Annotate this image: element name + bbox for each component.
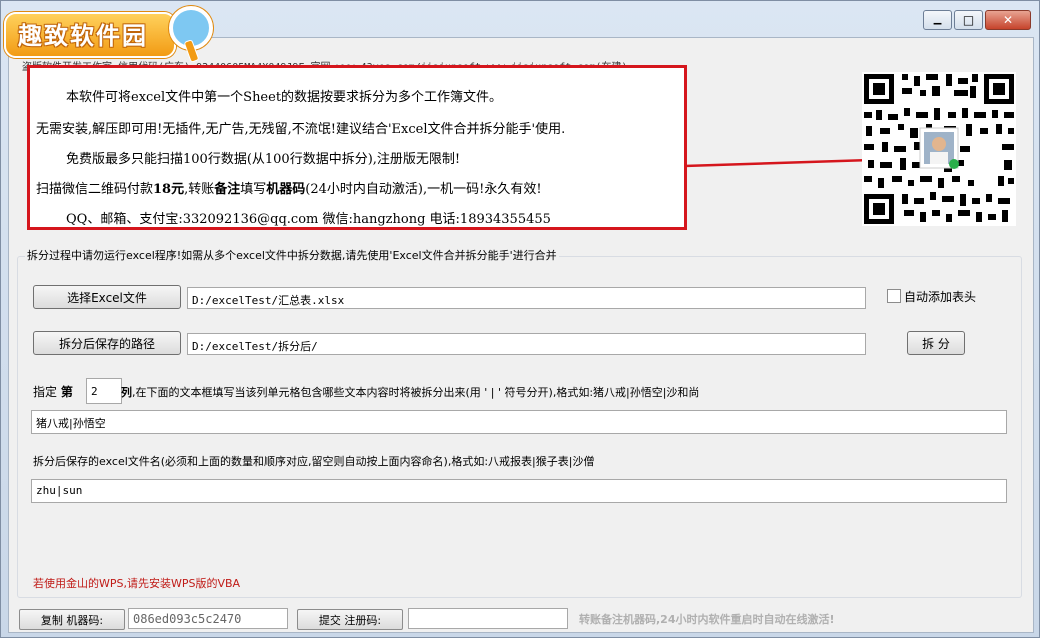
file-names-hint-label: 拆分后保存的excel文件名(必须和上面的数量和顺序对应,留空则自动按上面内容命… bbox=[33, 455, 595, 468]
split-values-input[interactable]: 猪八戒|孙悟空 bbox=[31, 410, 1007, 434]
info-line-2: 无需安装,解压即可用!无插件,无广告,无残留,不流氓!建议结合'Excel文件合… bbox=[36, 122, 566, 137]
info-line-4: 扫描微信二维码付款18元,转账备注填写机器码(24小时内自动激活),一机一码!永… bbox=[36, 182, 542, 197]
submit-reg-code-button[interactable]: 提交 注册码: bbox=[297, 609, 403, 630]
info-line-1: 本软件可将excel文件中第一个Sheet的数据按要求拆分为多个工作簿文件。 bbox=[66, 90, 503, 105]
column-number-input[interactable]: 2 bbox=[86, 378, 122, 404]
reg-code-input[interactable] bbox=[408, 608, 568, 629]
wechat-qr-code bbox=[862, 72, 1016, 226]
split-button[interactable]: 拆 分 bbox=[907, 331, 965, 355]
machine-code-field[interactable]: 086ed093c5c2470 bbox=[128, 608, 288, 629]
select-excel-button[interactable]: 选择Excel文件 bbox=[33, 285, 181, 309]
save-path-button[interactable]: 拆分后保存的路径 bbox=[33, 331, 181, 355]
logo-text: 趣致软件园 bbox=[18, 22, 148, 50]
info-box: 本软件可将excel文件中第一个Sheet的数据按要求拆分为多个工作簿文件。 无… bbox=[27, 65, 687, 230]
group-title: 拆分过程中请勿运行excel程序!如需从多个excel文件中拆分数据,请先使用'… bbox=[25, 247, 559, 263]
info-line-3: 免费版最多只能扫描100行数据(从100行数据中拆分),注册版无限制! bbox=[66, 152, 461, 167]
maximize-icon: □ bbox=[962, 13, 975, 27]
column-prefix-label: 指定 第 bbox=[33, 385, 73, 399]
save-path-input[interactable]: D:/excelTest/拆分后/ bbox=[187, 333, 866, 355]
activation-tip: 转账备注机器码,24小时内软件重启时自动在线激活! bbox=[579, 613, 835, 626]
close-button[interactable]: ✕ bbox=[985, 10, 1031, 30]
maximize-button[interactable]: □ bbox=[954, 10, 983, 30]
info-line-5: QQ、邮箱、支付宝:332092136@qq.com 微信:hangzhong … bbox=[66, 212, 551, 227]
file-names-input[interactable]: zhu|sun bbox=[31, 479, 1007, 503]
window-controls: ▁ □ ✕ bbox=[923, 10, 1031, 30]
minimize-icon: ▁ bbox=[933, 14, 942, 25]
site-logo: 趣致软件园 bbox=[4, 6, 213, 63]
status-bar: 复制 机器码: 086ed093c5c2470 提交 注册码: 转账备注机器码,… bbox=[7, 606, 1031, 630]
auto-header-checkbox[interactable] bbox=[887, 289, 901, 303]
auto-header-label: 自动添加表头 bbox=[904, 290, 977, 304]
column-hint-label: 列,在下面的文本框填写当该列单元格包含哪些文本内容时将被拆分出来(用 ' | '… bbox=[121, 386, 700, 399]
copy-machine-code-button[interactable]: 复制 机器码: bbox=[19, 609, 125, 630]
wps-note: 若使用金山的WPS,请先安装WPS版的VBA bbox=[33, 577, 241, 590]
minimize-button[interactable]: ▁ bbox=[923, 10, 952, 30]
close-icon: ✕ bbox=[1002, 13, 1014, 27]
file-path-input[interactable]: D:/excelTest/汇总表.xlsx bbox=[187, 287, 866, 309]
